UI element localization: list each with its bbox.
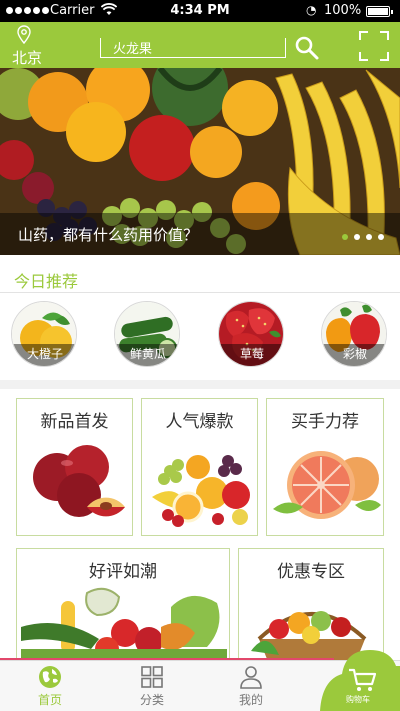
category-title: 买手力荐 bbox=[291, 412, 359, 432]
app-screen: Carrier 4:34 PM ◔ 100% 北京 火龙果 山药，都有什么药用价… bbox=[0, 0, 400, 711]
recommend-item-label: 彩椒 bbox=[322, 344, 386, 366]
recommend-item-strawberry[interactable]: 草莓 bbox=[218, 301, 284, 367]
category-card-praised[interactable]: 好评如潮 bbox=[16, 548, 230, 668]
location-pin-icon[interactable] bbox=[16, 25, 32, 45]
battery-percent: 100% bbox=[324, 3, 362, 18]
section-divider bbox=[0, 292, 400, 293]
recommend-item-orange[interactable]: 大橙子 bbox=[11, 301, 77, 367]
recommend-item-label: 草莓 bbox=[219, 344, 283, 366]
recommend-item-cucumber[interactable]: 鲜黄瓜 bbox=[114, 301, 180, 367]
tab-home[interactable]: 首页 bbox=[20, 661, 80, 711]
banner-pager bbox=[342, 234, 384, 240]
pager-dot[interactable] bbox=[366, 234, 372, 240]
section-divider bbox=[0, 380, 400, 389]
banner-caption: 山药，都有什么药用价值？ bbox=[18, 226, 199, 244]
rotation-lock-icon: ◔ bbox=[306, 3, 317, 17]
recommend-item-label: 大橙子 bbox=[12, 344, 76, 366]
section-title-recommend: 今日推荐 bbox=[14, 272, 79, 291]
recommend-item-label: 鲜黄瓜 bbox=[115, 344, 179, 366]
category-card-popular[interactable]: 人气爆款 bbox=[141, 398, 258, 536]
category-title: 新品首发 bbox=[40, 412, 109, 432]
search-input[interactable] bbox=[101, 40, 285, 55]
vegetables-image bbox=[21, 587, 227, 667]
search-box[interactable] bbox=[100, 38, 286, 58]
grapefruit-image bbox=[273, 451, 381, 519]
user-icon bbox=[240, 666, 262, 689]
city-selector[interactable]: 北京 bbox=[12, 47, 42, 68]
tab-label: 分类 bbox=[139, 693, 164, 707]
battery-icon bbox=[366, 6, 393, 17]
top-header: 北京 bbox=[0, 22, 400, 68]
recommend-item-pepper[interactable]: 彩椒 bbox=[321, 301, 387, 367]
status-bar: Carrier 4:34 PM ◔ 100% bbox=[0, 0, 400, 22]
pager-dot[interactable] bbox=[378, 234, 384, 240]
promo-banner[interactable]: 山药，都有什么药用价值？ bbox=[0, 68, 400, 255]
category-card-new[interactable]: 新品首发 bbox=[16, 398, 133, 536]
globe-icon bbox=[39, 666, 61, 688]
fruit-mix-image bbox=[152, 455, 250, 527]
cart-button[interactable]: 购物车 bbox=[320, 638, 400, 711]
plums-image bbox=[33, 445, 125, 517]
category-title: 人气爆款 bbox=[165, 412, 234, 432]
search-icon[interactable] bbox=[294, 35, 320, 61]
shopping-cart-icon bbox=[349, 668, 376, 691]
cart-label: 购物车 bbox=[346, 695, 370, 704]
scan-icon[interactable] bbox=[358, 30, 390, 62]
pager-dot[interactable] bbox=[342, 234, 348, 240]
pager-dot[interactable] bbox=[354, 234, 360, 240]
tab-profile[interactable]: 我的 bbox=[221, 661, 281, 711]
tab-label: 首页 bbox=[37, 693, 62, 707]
tab-label: 我的 bbox=[238, 693, 263, 707]
grid-icon bbox=[141, 666, 163, 688]
category-title: 优惠专区 bbox=[277, 562, 345, 582]
tab-category[interactable]: 分类 bbox=[122, 661, 182, 711]
category-card-recommended[interactable]: 买手力荐 bbox=[266, 398, 384, 536]
category-title: 好评如潮 bbox=[89, 562, 157, 582]
